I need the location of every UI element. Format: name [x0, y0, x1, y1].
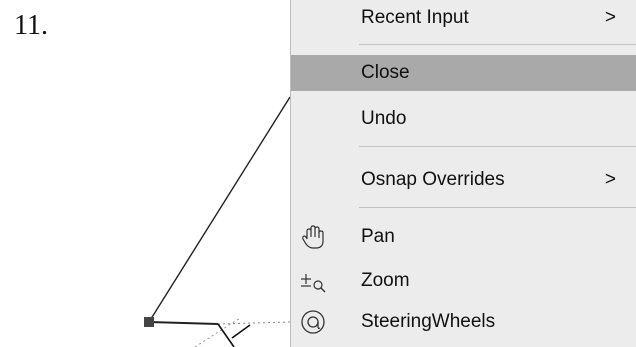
context-menu: Recent Input > Close Undo Osnap Override…	[290, 0, 636, 347]
menu-item-label: Undo	[361, 108, 407, 129]
tracking-line-diagonal	[194, 317, 241, 347]
menu-item-steeringwheels[interactable]: SteeringWheels	[291, 304, 636, 340]
menu-item-undo[interactable]: Undo	[291, 101, 636, 137]
submenu-arrow-icon: >	[604, 7, 616, 28]
menu-item-label: Recent Input	[361, 7, 469, 28]
drawn-line	[148, 96, 290, 323]
menu-item-label: SteeringWheels	[361, 311, 496, 332]
menu-item-label: Close	[361, 62, 410, 83]
drawing-canvas[interactable]	[0, 0, 290, 347]
submenu-arrow-icon: >	[604, 169, 616, 190]
menu-item-pan[interactable]: Pan	[291, 219, 636, 255]
menu-separator	[359, 207, 636, 208]
zoom-icon	[301, 274, 326, 293]
menu-item-close[interactable]: Close	[291, 55, 636, 91]
pan-hand-icon	[302, 225, 324, 249]
menu-separator	[359, 44, 636, 45]
menu-separator	[359, 146, 636, 147]
menu-item-label: Pan	[361, 226, 395, 247]
drawn-segment	[148, 321, 219, 325]
cursor-crosshair-b	[231, 324, 251, 339]
menu-item-recent-input[interactable]: Recent Input >	[291, 0, 636, 36]
grip-point[interactable]	[144, 317, 154, 327]
menu-item-label: Zoom	[361, 270, 410, 291]
tracking-line	[217, 321, 290, 325]
menu-item-zoom[interactable]: Zoom	[291, 263, 636, 299]
menu-item-label: Osnap Overrides	[361, 169, 505, 190]
steering-wheels-icon	[301, 310, 325, 334]
menu-item-osnap-overrides[interactable]: Osnap Overrides >	[291, 162, 636, 198]
